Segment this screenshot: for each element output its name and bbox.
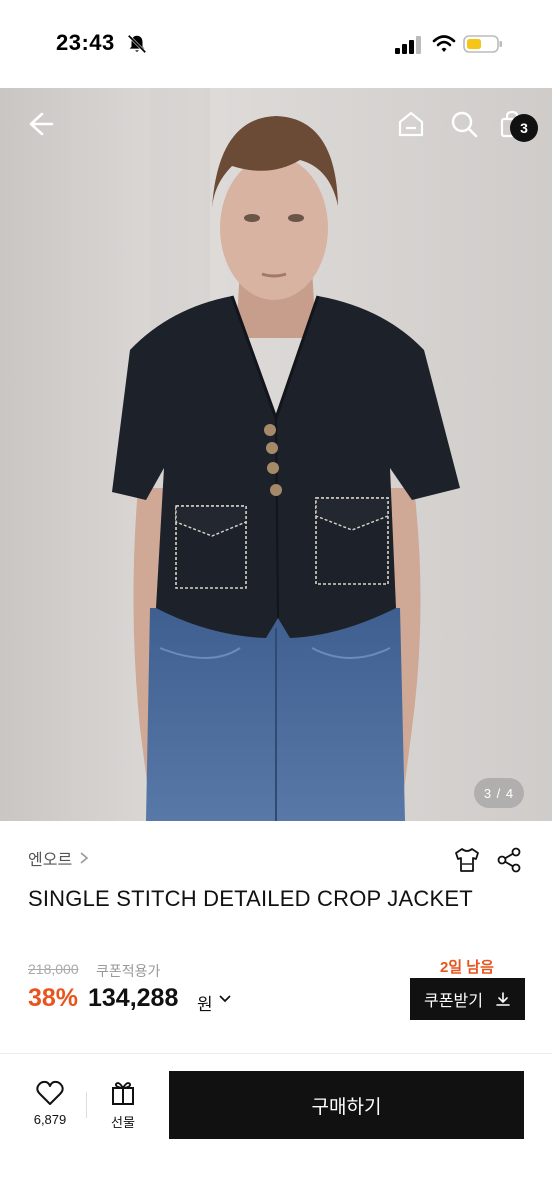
coupon-price-label: 쿠폰적용가 — [96, 963, 161, 979]
gallery-page-indicator: 3 / 4 — [474, 778, 524, 808]
divider — [86, 1092, 87, 1118]
product-photo — [0, 88, 552, 821]
signal-icon — [395, 36, 421, 54]
back-arrow-icon — [29, 112, 54, 136]
bell-off-icon — [127, 34, 147, 54]
status-bar: 23:43 — [0, 0, 552, 88]
original-price: 218,000 — [28, 961, 79, 977]
product-image[interactable]: 3 3 / 4 — [0, 88, 552, 821]
wifi-icon — [432, 35, 456, 52]
coupon-button-label: 쿠폰받기 — [424, 993, 483, 1010]
buy-button[interactable]: 구매하기 — [169, 1071, 524, 1139]
home-button[interactable] — [393, 106, 429, 142]
gift-button[interactable]: 선물 — [101, 1080, 145, 1140]
gift-label: 선물 — [111, 1115, 135, 1130]
currency-unit: 원 — [197, 995, 213, 1014]
battery-icon — [463, 35, 502, 53]
cart-count-badge: 3 — [510, 114, 538, 142]
like-count: 6,879 — [33, 1112, 67, 1127]
chevron-right-icon — [80, 852, 89, 864]
share-icon[interactable] — [494, 845, 524, 875]
divider — [0, 1053, 552, 1054]
status-time: 23:43 — [56, 30, 115, 55]
discount-rate: 38% — [28, 984, 79, 1012]
coupon-download-button[interactable]: 쿠폰받기 — [410, 978, 525, 1020]
like-button[interactable]: 6,879 — [28, 1080, 72, 1140]
back-button[interactable] — [22, 106, 58, 142]
brand-link[interactable]: 엔오르 — [28, 846, 90, 870]
heart-icon — [36, 1080, 64, 1105]
download-icon — [496, 992, 510, 1006]
home-icon — [398, 111, 424, 137]
brand-name: 엔오르 — [28, 852, 73, 869]
chevron-down-icon[interactable] — [218, 993, 232, 1005]
gift-icon — [112, 1082, 134, 1105]
search-button[interactable] — [446, 106, 482, 142]
coupon-deadline: 2일 남음 — [440, 959, 494, 976]
tshirt-icon[interactable] — [452, 845, 482, 875]
search-icon — [451, 111, 478, 138]
sale-price: 134,288 — [88, 984, 179, 1012]
product-title: SINGLE STITCH DETAILED CROP JACKET — [28, 886, 473, 911]
